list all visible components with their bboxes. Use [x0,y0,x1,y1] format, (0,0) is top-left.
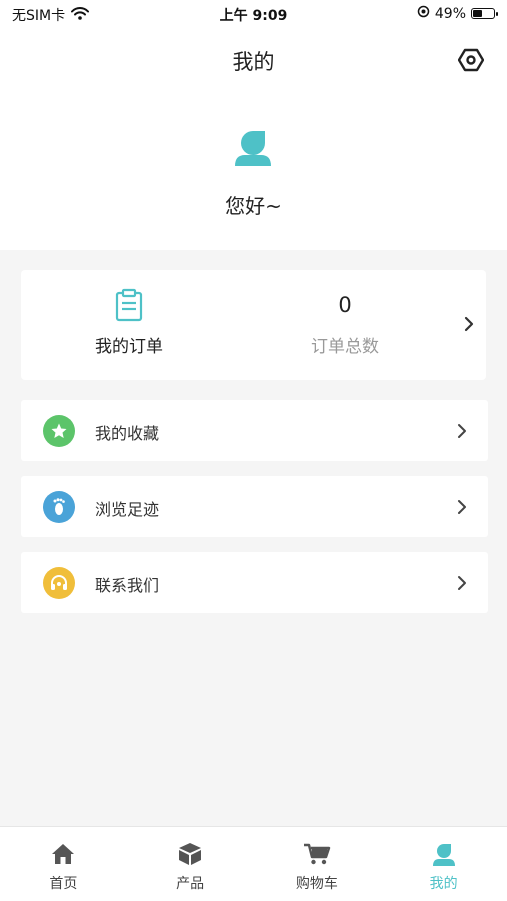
order-total-count: 0 [338,293,352,317]
history-icon-wrap [43,491,75,523]
menu-item-favorites[interactable]: 我的收藏 [21,400,488,461]
battery-percent: 49% [434,5,466,22]
favorites-icon-wrap [43,415,75,447]
nav-bar: 我的 [0,28,507,92]
avatar-icon [235,131,271,166]
tab-cart[interactable]: 购物车 [254,827,381,901]
tab-label-cart: 购物车 [295,876,338,892]
chevron-right-icon [458,424,466,438]
my-orders-label: 我的订单 [95,337,163,357]
star-icon [51,423,67,438]
headset-icon [51,575,67,590]
tab-mine[interactable]: 我的 [380,827,507,901]
menu-label-favorites: 我的收藏 [95,424,160,443]
chevron-right-icon [458,500,466,514]
menu-item-history[interactable]: 浏览足迹 [21,476,488,537]
tab-products[interactable]: 产品 [127,827,254,901]
menu-label-history: 浏览足迹 [95,500,160,519]
my-orders[interactable]: 我的订单 [29,288,229,357]
box-icon [176,841,204,867]
tab-bar: 首页 产品 购物车 我的 [0,826,507,901]
settings-icon [458,48,484,72]
menu-item-contact[interactable]: 联系我们 [21,552,488,613]
home-icon [49,841,77,867]
tab-label-mine: 我的 [429,876,458,892]
settings-button[interactable] [455,44,487,76]
cart-icon [303,841,331,867]
greeting-text: 您好~ [225,194,282,218]
battery-fill [473,10,482,17]
footprint-icon [53,498,65,515]
order-total-label: 订单总数 [311,337,379,357]
user-icon [430,841,458,867]
clipboard-icon [115,288,143,322]
contact-icon-wrap [43,567,75,599]
tab-label-products: 产品 [176,876,205,892]
chevron-right-icon [458,576,466,590]
tab-home[interactable]: 首页 [0,827,127,901]
tab-label-home: 首页 [49,876,78,892]
battery-icon [471,8,498,19]
chevron-right-icon [464,316,474,332]
status-bar: 无SIM卡 上午 9:09 49% [0,0,507,28]
orientation-lock-icon [417,5,430,22]
profile-section: 您好~ [0,92,507,250]
orders-card[interactable]: 我的订单 0 订单总数 [21,270,486,380]
order-total[interactable]: 0 订单总数 [245,288,445,357]
menu-label-contact: 联系我们 [95,576,160,595]
status-right: 49% [417,5,498,22]
page-title: 我的 [232,50,275,74]
